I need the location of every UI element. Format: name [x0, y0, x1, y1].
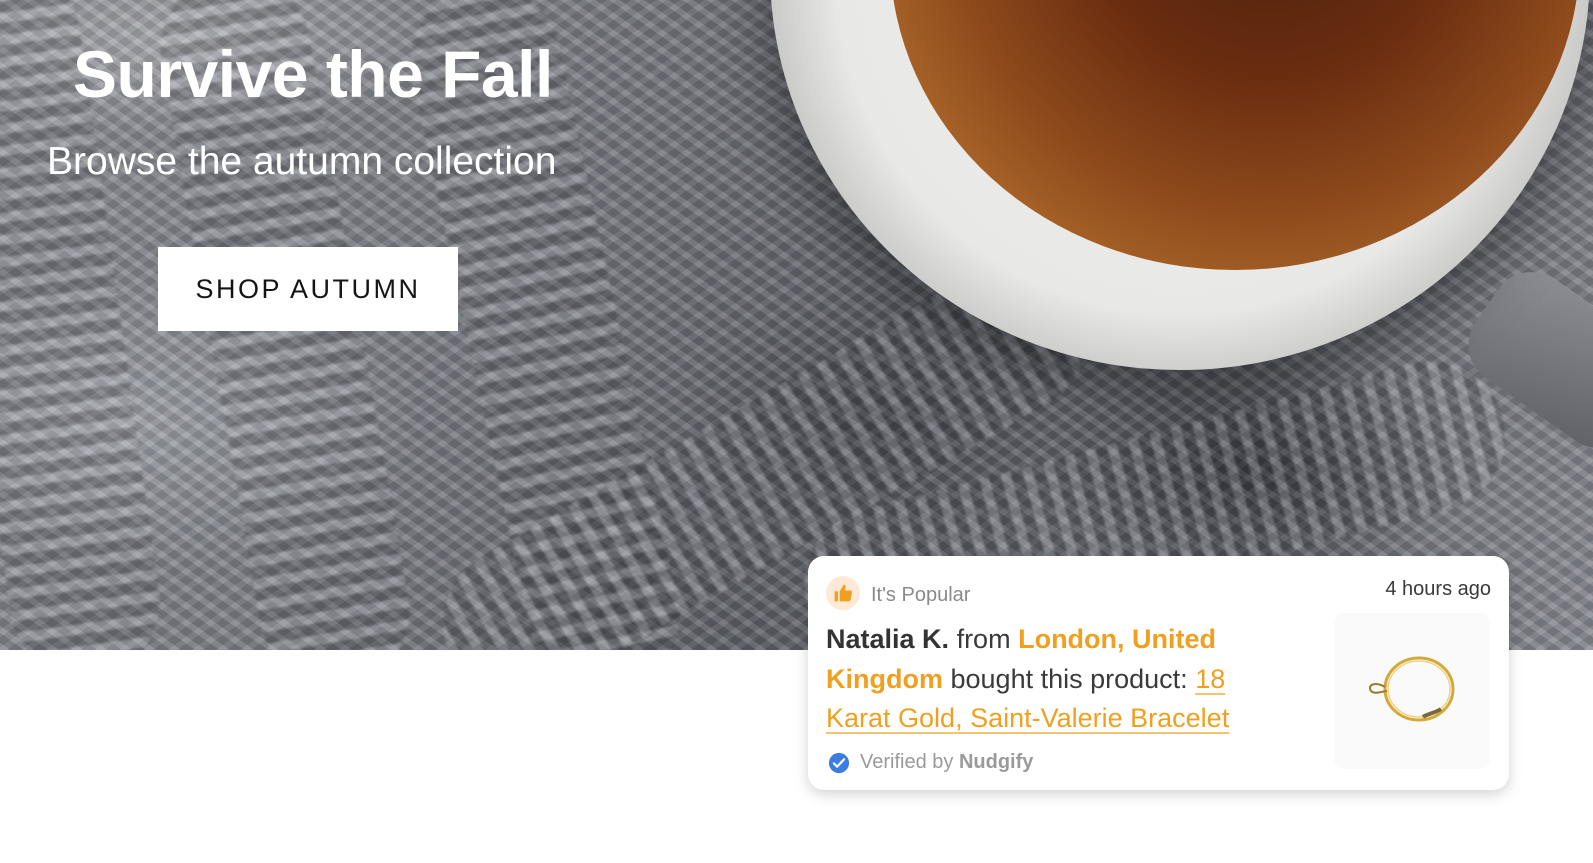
popup-category: It's Popular [871, 584, 971, 606]
social-proof-popup[interactable]: It's Popular 4 hours ago Natalia K. from… [808, 556, 1509, 790]
verified-label: Verified by [860, 751, 954, 773]
popup-message: Natalia K. from London, United Kingdom b… [826, 620, 1271, 739]
from-word: from [956, 624, 1011, 654]
hero-title: Survive the Fall [73, 37, 553, 111]
hero-banner: Survive the Fall Browse the autumn colle… [0, 0, 1593, 650]
action-text: bought this product: [950, 663, 1188, 694]
hero-subtitle: Browse the autumn collection [47, 140, 557, 183]
verified-brand: Nudgify [958, 751, 1034, 773]
shop-autumn-button[interactable]: SHOP AUTUMN [158, 247, 458, 331]
thumbs-up-icon [826, 576, 860, 610]
buyer-name: Natalia K. [826, 624, 950, 654]
popup-timestamp: 4 hours ago [1385, 578, 1491, 600]
product-thumbnail[interactable] [1334, 613, 1490, 769]
verified-check-icon [828, 752, 850, 773]
verified-text: Verified by Nudgify [860, 751, 1033, 774]
gold-bracelet-icon [1369, 656, 1455, 722]
verified-row: Verified by Nudgify [828, 751, 1033, 774]
